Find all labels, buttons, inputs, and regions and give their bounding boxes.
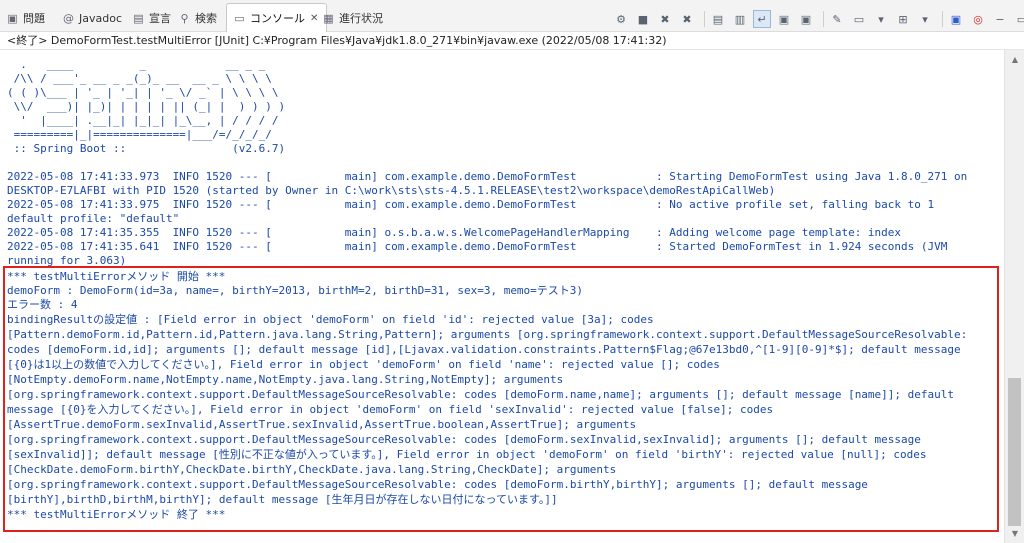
tab-label: 宣言 xyxy=(149,12,171,25)
tab-javadoc[interactable]: @ Javadoc xyxy=(62,6,122,30)
progress-icon: ▦ xyxy=(323,11,334,25)
display-console-icon[interactable]: ▭ xyxy=(850,10,868,28)
pin-console-icon[interactable]: ✎ xyxy=(828,10,846,28)
minimize-icon[interactable]: − xyxy=(991,10,1009,28)
console-toolbar: ⚙ ■ ✖ ✖ ▤ ▥ ↵ ▣ ▣ ✎ ▭ ▾ ⊞ ▾ ▣ ◎ − ▭ xyxy=(612,10,1024,28)
toolbar-separator xyxy=(823,11,824,27)
tab-problems[interactable]: ▣ 問題 xyxy=(6,6,45,30)
console-line: 2022-05-08 17:41:35.641 INFO 1520 --- [ … xyxy=(7,240,948,253)
show-on-error-icon[interactable]: ▣ xyxy=(797,10,815,28)
junit-icon[interactable]: ◎ xyxy=(969,10,987,28)
tab-console[interactable]: ▭ コンソール ✕ xyxy=(226,3,328,32)
scrollbar-thumb[interactable] xyxy=(1008,378,1021,526)
remove-launch-icon[interactable]: ✖ xyxy=(656,10,674,28)
tab-label: コンソール xyxy=(250,12,305,25)
tab-label: 進行状況 xyxy=(339,12,383,25)
highlight-box xyxy=(3,266,999,532)
console-icon: ▭ xyxy=(234,11,245,25)
toolbar-separator xyxy=(704,11,705,27)
console-output[interactable]: . ____ _ __ _ _ /\\ / ___'_ __ _ _(_)_ _… xyxy=(0,50,1004,543)
tab-label: Javadoc xyxy=(79,11,122,25)
toolbar-separator xyxy=(942,11,943,27)
chevron-down-icon[interactable]: ▾ xyxy=(916,10,934,28)
new-console-icon[interactable]: ▣ xyxy=(947,10,965,28)
tab-search[interactable]: ⚲ 検索 xyxy=(178,6,217,30)
tab-label: 問題 xyxy=(23,12,45,25)
tab-progress[interactable]: ▦ 進行状況 xyxy=(322,6,383,30)
launch-status: <終了> DemoFormTest.testMultiError [JUnit]… xyxy=(0,32,1024,50)
at-sign-icon: @ xyxy=(63,11,74,25)
problems-icon: ▣ xyxy=(7,11,18,25)
view-tab-bar: ▣ 問題 @ Javadoc ▤ 宣言 ⚲ 検索 ▭ コンソール ✕ ▦ 進行状… xyxy=(0,0,1024,32)
vertical-scrollbar[interactable]: ▲ ▼ xyxy=(1004,50,1024,543)
console-line: :: Spring Boot :: (v2.6.7) xyxy=(7,142,286,155)
chevron-down-icon[interactable]: ▾ xyxy=(872,10,890,28)
flashlight-icon: ⚲ xyxy=(180,11,189,25)
word-wrap-icon[interactable]: ↵ xyxy=(753,10,771,28)
remove-all-launches-icon[interactable]: ✖ xyxy=(678,10,696,28)
declaration-icon: ▤ xyxy=(133,11,144,25)
scroll-lock-icon[interactable]: ▥ xyxy=(731,10,749,28)
stop-icon[interactable]: ■ xyxy=(634,10,652,28)
scroll-up-icon[interactable]: ▲ xyxy=(1009,54,1021,66)
show-on-output-icon[interactable]: ▣ xyxy=(775,10,793,28)
tab-declaration[interactable]: ▤ 宣言 xyxy=(132,6,171,30)
close-icon[interactable]: ✕ xyxy=(310,13,318,24)
open-console-icon[interactable]: ⊞ xyxy=(894,10,912,28)
scroll-down-icon[interactable]: ▼ xyxy=(1009,528,1021,540)
pin-icon[interactable]: ⚙ xyxy=(612,10,630,28)
tab-label: 検索 xyxy=(195,12,217,25)
clear-console-icon[interactable]: ▤ xyxy=(709,10,727,28)
maximize-icon[interactable]: ▭ xyxy=(1013,10,1024,28)
